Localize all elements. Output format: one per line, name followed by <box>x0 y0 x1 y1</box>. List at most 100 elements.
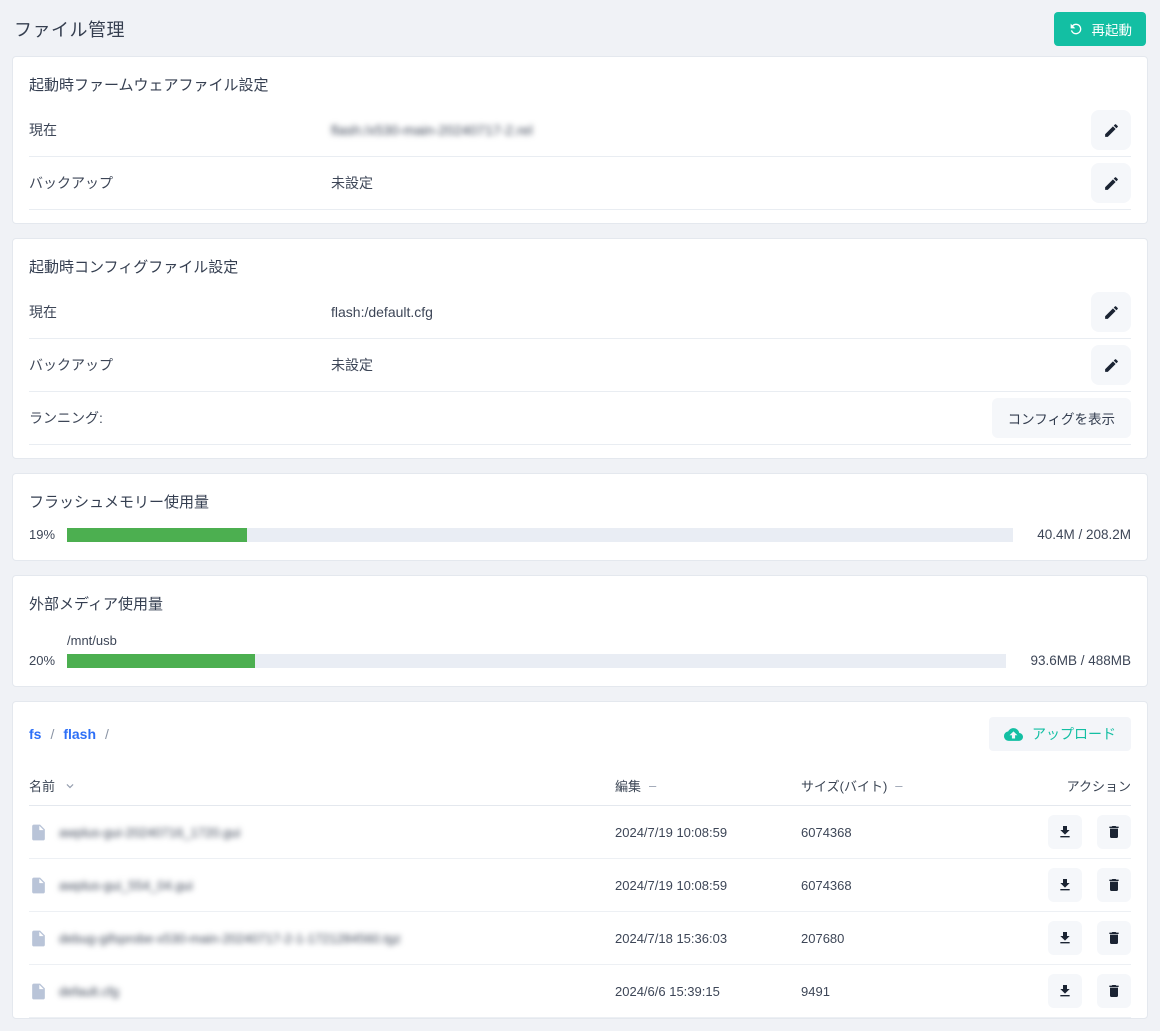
firmware-current-row: 現在 flash:/x530-main-20240717-2.rel <box>29 104 1131 157</box>
media-usage-progressbar <box>67 654 1006 668</box>
firmware-backup-value: 未設定 <box>331 173 1091 193</box>
flash-usage-percent: 19% <box>29 527 67 542</box>
file-actions <box>1035 921 1131 955</box>
file-edited: 2024/7/19 10:08:59 <box>615 878 801 893</box>
upload-button[interactable]: アップロード <box>989 717 1131 751</box>
config-backup-row: バックアップ 未設定 <box>29 339 1131 392</box>
file-name: debug-gifsprobe-x530-main-20240717-2-1-1… <box>59 931 401 946</box>
firmware-backup-edit-button[interactable] <box>1091 163 1131 203</box>
file-icon <box>29 982 48 1001</box>
breadcrumb: fs / flash / <box>29 726 109 742</box>
table-row: default.cfg 2024/6/6 15:39:15 9491 <box>29 965 1131 1018</box>
config-current-label: 現在 <box>29 302 331 322</box>
column-header-edited-label: 編集 <box>615 776 641 795</box>
sort-inactive-indicator: – <box>649 778 656 793</box>
file-edited: 2024/7/18 15:36:03 <box>615 931 801 946</box>
show-config-button[interactable]: コンフィグを表示 <box>992 398 1131 438</box>
firmware-current-edit-button[interactable] <box>1091 110 1131 150</box>
file-icon <box>29 929 48 948</box>
config-running-row: ランニング: コンフィグを表示 <box>29 392 1131 445</box>
firmware-current-label: 現在 <box>29 120 331 140</box>
download-button[interactable] <box>1048 921 1082 955</box>
firmware-settings-card: 起動時ファームウェアファイル設定 現在 flash:/x530-main-202… <box>12 56 1148 224</box>
media-usage-row: 20% 93.6MB / 488MB <box>29 651 1131 686</box>
file-size: 6074368 <box>801 825 1035 840</box>
config-settings-card: 起動時コンフィグファイル設定 現在 flash:/default.cfg バック… <box>12 238 1148 459</box>
file-actions <box>1035 815 1131 849</box>
flash-usage-row: 19% 40.4M / 208.2M <box>29 521 1131 560</box>
config-current-value: flash:/default.cfg <box>331 304 1091 320</box>
breadcrumb-separator: / <box>105 726 109 742</box>
file-name-cell: default.cfg <box>29 982 615 1001</box>
delete-button[interactable] <box>1097 868 1131 902</box>
file-size: 9491 <box>801 984 1035 999</box>
pencil-icon <box>1103 175 1120 192</box>
column-header-actions-label: アクション <box>1067 776 1131 795</box>
column-header-size[interactable]: サイズ(バイト) – <box>801 776 1035 795</box>
column-header-size-label: サイズ(バイト) <box>801 776 887 795</box>
media-usage-percent: 20% <box>29 653 67 668</box>
download-icon <box>1057 877 1073 893</box>
download-button[interactable] <box>1048 868 1082 902</box>
config-current-row: 現在 flash:/default.cfg <box>29 286 1131 339</box>
file-name-cell: debug-gifsprobe-x530-main-20240717-2-1-1… <box>29 929 615 948</box>
breadcrumb-flash-link[interactable]: flash <box>63 726 96 742</box>
breadcrumb-fs-link[interactable]: fs <box>29 726 41 742</box>
upload-button-label: アップロード <box>1032 724 1116 744</box>
restart-button-label: 再起動 <box>1092 19 1133 39</box>
download-icon <box>1057 983 1073 999</box>
firmware-current-value: flash:/x530-main-20240717-2.rel <box>331 122 1091 138</box>
media-mount-label: /mnt/usb <box>67 633 1131 648</box>
files-table-header: 名前 編集 – サイズ(バイト) – アクション <box>29 766 1131 806</box>
trash-icon <box>1106 983 1122 999</box>
trash-icon <box>1106 877 1122 893</box>
column-header-name-label: 名前 <box>29 776 55 795</box>
table-row: awplus-gui-20240716_1720.gui 2024/7/19 1… <box>29 806 1131 859</box>
table-row: awplus-gui_554_04.gui 2024/7/19 10:08:59… <box>29 859 1131 912</box>
download-button[interactable] <box>1048 815 1082 849</box>
flash-usage-progress-fill <box>67 528 247 542</box>
download-button[interactable] <box>1048 974 1082 1008</box>
page-title: ファイル管理 <box>14 16 125 42</box>
firmware-backup-row: バックアップ 未設定 <box>29 157 1131 210</box>
file-name-cell: awplus-gui_554_04.gui <box>29 876 615 895</box>
download-icon <box>1057 930 1073 946</box>
pencil-icon <box>1103 304 1120 321</box>
file-icon <box>29 876 48 895</box>
column-header-actions: アクション <box>1035 776 1131 795</box>
file-edited: 2024/6/6 15:39:15 <box>615 984 801 999</box>
file-name: awplus-gui-20240716_1720.gui <box>59 825 240 840</box>
flash-usage-progressbar <box>67 528 1013 542</box>
media-usage-title: 外部メディア使用量 <box>29 576 1131 623</box>
media-usage-card: 外部メディア使用量 /mnt/usb 20% 93.6MB / 488MB <box>12 575 1148 687</box>
delete-button[interactable] <box>1097 974 1131 1008</box>
trash-icon <box>1106 824 1122 840</box>
download-icon <box>1057 824 1073 840</box>
firmware-card-title: 起動時ファームウェアファイル設定 <box>29 57 1131 104</box>
restart-icon <box>1068 21 1084 37</box>
config-backup-label: バックアップ <box>29 355 331 375</box>
delete-button[interactable] <box>1097 815 1131 849</box>
config-current-edit-button[interactable] <box>1091 292 1131 332</box>
column-header-edited[interactable]: 編集 – <box>615 776 801 795</box>
config-backup-value: 未設定 <box>331 355 1091 375</box>
chevron-down-icon <box>63 779 77 793</box>
cloud-upload-icon <box>1004 725 1023 744</box>
file-edited: 2024/7/19 10:08:59 <box>615 825 801 840</box>
file-name-cell: awplus-gui-20240716_1720.gui <box>29 823 615 842</box>
column-header-name[interactable]: 名前 <box>29 776 615 795</box>
file-size: 207680 <box>801 931 1035 946</box>
file-size: 6074368 <box>801 878 1035 893</box>
firmware-backup-label: バックアップ <box>29 173 331 193</box>
file-actions <box>1035 974 1131 1008</box>
restart-button[interactable]: 再起動 <box>1054 12 1147 46</box>
flash-usage-card: フラッシュメモリー使用量 19% 40.4M / 208.2M <box>12 473 1148 561</box>
pencil-icon <box>1103 122 1120 139</box>
file-actions <box>1035 868 1131 902</box>
files-table: 名前 編集 – サイズ(バイト) – アクション <box>29 766 1131 1018</box>
delete-button[interactable] <box>1097 921 1131 955</box>
media-usage-detail: 93.6MB / 488MB <box>1030 653 1131 668</box>
file-icon <box>29 823 48 842</box>
config-backup-edit-button[interactable] <box>1091 345 1131 385</box>
flash-usage-detail: 40.4M / 208.2M <box>1037 527 1131 542</box>
